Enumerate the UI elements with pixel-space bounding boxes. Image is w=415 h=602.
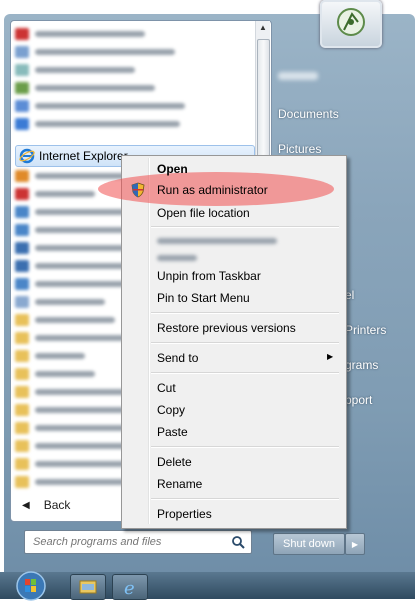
search-box[interactable] bbox=[24, 530, 252, 554]
context-item-pin-start-menu[interactable]: Pin to Start Menu bbox=[157, 288, 337, 308]
context-separator bbox=[151, 372, 339, 374]
taskbar-ie-button[interactable]: e bbox=[112, 574, 148, 600]
list-item[interactable] bbox=[15, 43, 243, 61]
taskbar bbox=[0, 572, 415, 599]
context-item-run-as-administrator[interactable]: Run as administrator bbox=[157, 180, 337, 200]
context-item-rename[interactable]: Rename bbox=[157, 474, 337, 494]
right-item-default-programs[interactable]: grams bbox=[345, 358, 378, 372]
shutdown-options-button[interactable]: ▶ bbox=[345, 533, 365, 555]
right-item-devices-printers[interactable]: Printers bbox=[345, 323, 386, 337]
context-item-send-to[interactable]: Send to bbox=[157, 348, 337, 368]
user-picture[interactable] bbox=[320, 0, 382, 48]
internet-explorer-label: Internet Explorer bbox=[39, 149, 128, 163]
context-item-cut[interactable]: Cut bbox=[157, 378, 337, 398]
context-separator bbox=[151, 226, 339, 228]
context-separator bbox=[151, 312, 339, 314]
right-item-help-support[interactable]: pport bbox=[345, 393, 372, 407]
internet-explorer-icon: e bbox=[124, 578, 135, 599]
uac-shield-icon bbox=[131, 182, 145, 198]
context-item-open[interactable]: Open bbox=[157, 159, 337, 179]
internet-explorer-icon bbox=[19, 148, 35, 164]
context-item-paste[interactable]: Paste bbox=[157, 422, 337, 442]
user-name[interactable] bbox=[278, 72, 318, 80]
context-item-blurred[interactable] bbox=[157, 248, 337, 268]
context-separator bbox=[151, 498, 339, 500]
user-picture-icon bbox=[337, 8, 365, 36]
list-item[interactable] bbox=[15, 79, 243, 97]
back-arrow-icon: ◀ bbox=[22, 499, 30, 511]
chevron-right-icon: ▶ bbox=[351, 539, 359, 549]
context-item-properties[interactable]: Properties bbox=[157, 504, 337, 524]
taskbar-explorer-button[interactable] bbox=[70, 574, 106, 600]
search-input[interactable] bbox=[31, 535, 225, 549]
submenu-arrow-icon: ▶ bbox=[327, 352, 334, 361]
start-orb-icon[interactable] bbox=[16, 571, 46, 601]
context-separator bbox=[151, 446, 339, 448]
context-item-delete[interactable]: Delete bbox=[157, 452, 337, 472]
list-item[interactable] bbox=[15, 97, 243, 115]
back-label: Back bbox=[43, 498, 71, 512]
list-item[interactable] bbox=[15, 115, 243, 133]
svg-text:e: e bbox=[124, 578, 135, 599]
context-item-open-file-location[interactable]: Open file location bbox=[157, 203, 337, 223]
list-item[interactable] bbox=[15, 25, 243, 43]
context-separator bbox=[151, 342, 339, 344]
context-item-copy[interactable]: Copy bbox=[157, 400, 337, 420]
right-item-pictures[interactable]: Pictures bbox=[278, 142, 321, 156]
context-item-unpin-taskbar[interactable]: Unpin from Taskbar bbox=[157, 266, 337, 286]
list-item[interactable] bbox=[15, 61, 243, 79]
folder-icon bbox=[79, 580, 97, 594]
context-item-restore-previous-versions[interactable]: Restore previous versions bbox=[157, 318, 337, 338]
right-item-documents[interactable]: Documents bbox=[278, 107, 339, 121]
shutdown-button[interactable]: Shut down bbox=[273, 533, 345, 555]
scroll-up-icon[interactable]: ▲ bbox=[257, 23, 269, 37]
search-icon[interactable] bbox=[231, 535, 245, 549]
shutdown-label: Shut down bbox=[283, 538, 335, 550]
context-menu-gutter bbox=[148, 158, 150, 524]
